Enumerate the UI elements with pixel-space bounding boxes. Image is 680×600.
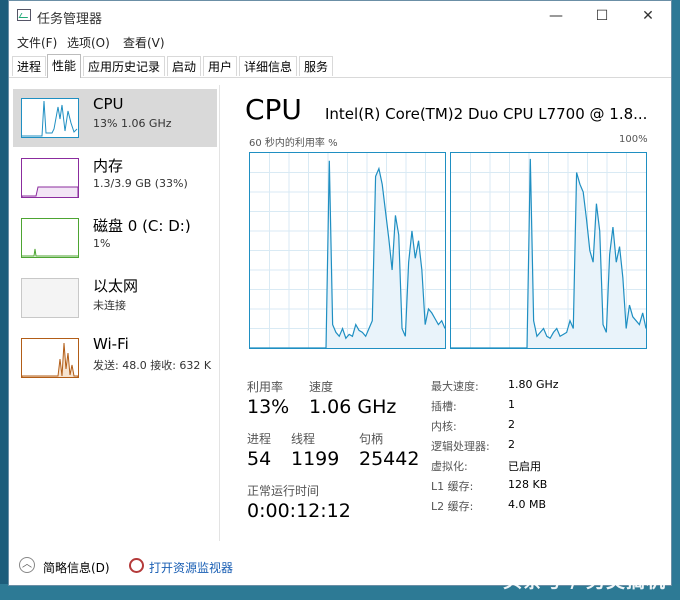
desktop-edge-right: [672, 0, 680, 600]
graph-caption: 60 秒内的利用率 %: [249, 138, 338, 149]
tab-app-history[interactable]: 应用历史记录: [83, 56, 166, 76]
cpu-core-graph-plot: [451, 153, 646, 348]
processes-label: 进程: [247, 432, 272, 446]
sidebar-divider: [219, 85, 220, 541]
resource-monitor-icon: [129, 558, 144, 573]
ethernet-thumbnail-graph: [21, 278, 79, 318]
open-resource-monitor-link[interactable]: 打开资源监视器: [149, 559, 233, 576]
speed-label: 速度: [309, 380, 334, 394]
spec-label: L1 缓存:: [431, 480, 474, 493]
sidebar-item-wifi[interactable]: Wi-Fi 发送: 48.0 接收: 632 K: [13, 329, 217, 387]
menu-options[interactable]: 选项(O): [67, 34, 110, 51]
utilization-label: 利用率: [247, 380, 284, 394]
spec-value: 4.0 MB: [508, 498, 547, 511]
speed-value: 1.06 GHz: [309, 396, 397, 418]
sidebar-item-cpu[interactable]: CPU 13% 1.06 GHz: [13, 89, 217, 147]
sidebar-item-label: 内存: [93, 157, 124, 175]
maximize-button[interactable]: ☐: [579, 1, 625, 31]
close-button[interactable]: ✕: [625, 1, 671, 31]
menu-view[interactable]: 查看(V): [123, 34, 165, 51]
sidebar-item-disk[interactable]: 磁盘 0 (C: D:) 1%: [13, 209, 217, 267]
spec-value: 128 KB: [508, 478, 548, 491]
handles-value: 25442: [359, 448, 420, 470]
cpu-thumbnail-graph: [21, 98, 79, 138]
cpu-model-name: Intel(R) Core(TM)2 Duo CPU L7700 @ 1.8..…: [325, 105, 648, 123]
threads-label: 线程: [291, 432, 316, 446]
sidebar-item-label: CPU: [93, 95, 124, 113]
fewer-details-button[interactable]: 简略信息(D): [43, 559, 110, 576]
cpu-core-graph: [450, 152, 647, 349]
title-bar[interactable]: 任务管理器 — ☐ ✕: [9, 1, 671, 31]
resource-sidebar: CPU 13% 1.06 GHz 内存 1.3/3.9 GB (33%) 磁盘 …: [9, 79, 219, 549]
spec-value: 2: [508, 438, 515, 451]
sidebar-item-ethernet[interactable]: 以太网 未连接: [13, 269, 217, 327]
spec-label: 内核:: [431, 420, 457, 433]
sidebar-item-detail: 未连接: [93, 299, 126, 312]
handles-label: 句柄: [359, 432, 384, 446]
processes-value: 54: [247, 448, 272, 470]
tab-details[interactable]: 详细信息: [239, 56, 298, 76]
uptime-label: 正常运行时间: [247, 484, 320, 498]
desktop-edge-left: [0, 0, 8, 600]
spec-label: 插槽:: [431, 400, 457, 413]
spec-label: 虚拟化:: [431, 460, 468, 473]
graph-max-label: 100%: [619, 134, 648, 145]
spec-value: 已启用: [508, 460, 541, 473]
cpu-core-graph: [249, 152, 446, 349]
sidebar-item-detail: 发送: 48.0 接收: 632 K: [93, 359, 212, 372]
minimize-button[interactable]: —: [533, 1, 579, 31]
tab-bar: 进程 性能 应用历史记录 启动 用户 详细信息 服务: [9, 54, 671, 78]
page-title: CPU: [245, 93, 302, 126]
uptime-value: 0:00:12:12: [247, 500, 351, 522]
spec-label: L2 缓存:: [431, 500, 474, 513]
threads-value: 1199: [291, 448, 340, 470]
chevron-up-icon[interactable]: ︿: [19, 557, 35, 573]
watermark-text: 头条号 / 另类搞机: [502, 570, 666, 592]
task-manager-window: 任务管理器 — ☐ ✕ 文件(F) 选项(O) 查看(V) 进程 性能 应用历史…: [8, 0, 672, 586]
spec-value: 1.80 GHz: [508, 378, 559, 391]
spec-label: 最大速度:: [431, 380, 479, 393]
disk-thumbnail-graph: [21, 218, 79, 258]
sidebar-item-detail: 1.3/3.9 GB (33%): [93, 177, 188, 190]
window-title: 任务管理器: [37, 12, 103, 27]
sidebar-item-detail: 13% 1.06 GHz: [93, 117, 172, 130]
sidebar-item-label: 以太网: [93, 277, 139, 295]
tab-processes[interactable]: 进程: [12, 56, 47, 76]
tab-users[interactable]: 用户: [203, 56, 238, 76]
spec-label: 逻辑处理器:: [431, 440, 490, 453]
tab-performance[interactable]: 性能: [47, 54, 82, 78]
memory-thumbnail-graph: [21, 158, 79, 198]
wifi-thumbnail-graph: [21, 338, 79, 378]
spec-value: 1: [508, 398, 515, 411]
tab-services[interactable]: 服务: [299, 56, 334, 76]
sidebar-item-memory[interactable]: 内存 1.3/3.9 GB (33%): [13, 149, 217, 207]
spec-value: 2: [508, 418, 515, 431]
sidebar-item-detail: 1%: [93, 237, 111, 250]
tab-startup[interactable]: 启动: [167, 56, 202, 76]
menu-file[interactable]: 文件(F): [17, 34, 57, 51]
sidebar-item-label: Wi-Fi: [93, 335, 129, 353]
sidebar-item-label: 磁盘 0 (C: D:): [93, 217, 191, 235]
task-manager-icon: [17, 9, 31, 21]
utilization-value: 13%: [247, 396, 290, 418]
cpu-core-graph-plot: [250, 153, 445, 348]
menu-bar: 文件(F) 选项(O) 查看(V): [9, 31, 671, 53]
